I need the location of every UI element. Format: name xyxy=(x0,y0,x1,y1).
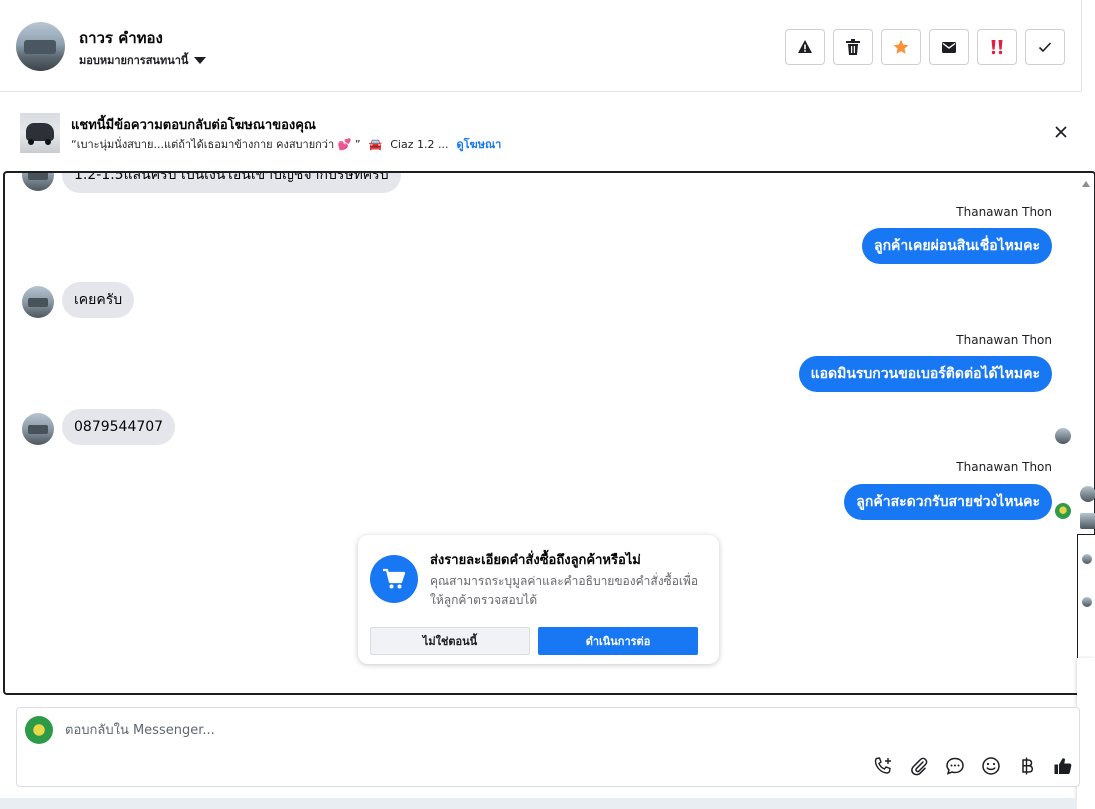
message-sender: Thanawan Thon xyxy=(956,460,1052,474)
emoji-button[interactable] xyxy=(979,754,1003,778)
star-icon xyxy=(893,39,909,54)
follow-up-button[interactable] xyxy=(977,29,1017,65)
message-sender: Thanawan Thon xyxy=(956,333,1052,347)
assign-label: มอบหมายการสนทนานี้ xyxy=(79,54,189,67)
side-list-avatar[interactable] xyxy=(1082,554,1092,564)
mark-unread-button[interactable] xyxy=(929,29,969,65)
contact-message-avatar xyxy=(22,173,54,191)
add-call-button[interactable] xyxy=(871,754,895,778)
cart-icon xyxy=(370,555,418,603)
ad-reply-banner: แชทนี้มีข้อความตอบกลับต่อโฆษณาของคุณ “เบ… xyxy=(0,93,1082,171)
message-bubble-incoming[interactable]: 1.2-1.5แสนครับ เป็นเงินโอนเข้าบัญชีจากบร… xyxy=(62,173,401,193)
contact-avatar[interactable] xyxy=(16,22,65,71)
assign-conversation-dropdown[interactable]: มอบหมายการสนทนานี้ xyxy=(79,51,207,69)
close-banner-button[interactable] xyxy=(1053,124,1069,140)
car-icon: 🚘 xyxy=(368,137,383,151)
read-receipt-avatar xyxy=(1055,428,1071,444)
exclamation-icon xyxy=(991,40,1003,55)
order-details-prompt: ส่งรายละเอียดคำสั่งซื้อถึงลูกค้าหรือไม่ … xyxy=(358,535,719,664)
header-actions xyxy=(785,29,1065,65)
message-sender: Thanawan Thon xyxy=(956,205,1052,219)
message-bubble-outgoing[interactable]: ลูกค้าสะดวกรับสายช่วงไหนคะ xyxy=(844,484,1052,520)
mark-done-button[interactable] xyxy=(1025,29,1065,65)
sender-page-avatar xyxy=(1055,503,1071,519)
order-prompt-description: คุณสามารถระบุมูลค่าและคำอธิบายของคำสั่งซ… xyxy=(430,574,699,607)
ad-banner-title: แชทนี้มีข้อความตอบกลับต่อโฆษณาของคุณ xyxy=(71,118,316,133)
side-avatar[interactable] xyxy=(1080,486,1095,502)
message-bubble-incoming[interactable]: เคยครับ xyxy=(62,282,135,318)
caret-down-icon xyxy=(194,56,207,64)
add-call-icon xyxy=(874,757,891,774)
contact-name[interactable]: ถาวร คำทอง xyxy=(79,26,163,50)
check-icon xyxy=(1038,42,1052,53)
warning-icon xyxy=(798,40,812,53)
side-list-box xyxy=(1077,534,1095,659)
ad-banner-subtitle: “เบาะนุ่มนั่งสบาย...แต่ถ้าได้เธอมาข้างกา… xyxy=(71,135,501,153)
ad-thumbnail[interactable] xyxy=(20,113,60,153)
continue-button[interactable]: ดำเนินการต่อ xyxy=(538,627,698,655)
contact-message-avatar xyxy=(22,286,54,318)
composer-toolbar xyxy=(871,754,1075,778)
ad-model: Ciaz 1.2 ... xyxy=(390,137,449,151)
contact-message-avatar xyxy=(22,413,54,445)
emoji-icon xyxy=(982,757,1000,775)
star-button[interactable] xyxy=(881,29,921,65)
saved-replies-button[interactable] xyxy=(943,754,967,778)
close-icon xyxy=(1055,126,1067,138)
reply-input[interactable] xyxy=(65,720,965,740)
payment-button[interactable] xyxy=(1015,754,1039,778)
attach-file-button[interactable] xyxy=(907,754,931,778)
messenger-inbox-page: ถาวร คำทอง มอบหมายการสนทนานี้ แชทนี้มีข้… xyxy=(0,0,1095,809)
page-avatar xyxy=(25,716,53,744)
view-ad-link[interactable]: ดูโฆษณา xyxy=(456,135,501,153)
delete-button[interactable] xyxy=(833,29,873,65)
trash-icon xyxy=(846,39,860,55)
envelope-icon xyxy=(942,41,956,53)
side-thumbnail[interactable] xyxy=(1080,513,1095,529)
message-bubble-outgoing[interactable]: แอดมินรบกวนขอเบอร์ติดต่อได้ไหมคะ xyxy=(798,356,1052,392)
side-list-avatar[interactable] xyxy=(1082,597,1092,607)
conversation-header: ถาวร คำทอง มอบหมายการสนทนานี้ xyxy=(0,0,1082,92)
message-bubble-incoming[interactable]: 0879544707 xyxy=(62,409,176,445)
saved-reply-icon xyxy=(946,757,964,775)
message-bubble-outgoing[interactable]: ลูกค้าเคยผ่อนสินเชื่อไหมคะ xyxy=(861,228,1052,264)
paperclip-icon xyxy=(911,757,928,776)
report-button[interactable] xyxy=(785,29,825,65)
thumbs-up-icon xyxy=(1054,758,1072,774)
ad-quote: “เบาะนุ่มนั่งสบาย...แต่ถ้าได้เธอมาข้างกา… xyxy=(71,138,361,151)
bottom-strip xyxy=(0,798,1077,809)
reply-composer xyxy=(16,707,1080,787)
message-thread[interactable]: 1.2-1.5แสนครับ เป็นเงินโอนเข้าบัญชีจากบร… xyxy=(3,171,1095,695)
send-like-button[interactable] xyxy=(1051,754,1075,778)
scroll-up-arrow-icon[interactable] xyxy=(1082,181,1090,187)
not-now-button[interactable]: ไม่ใช่ตอนนี้ xyxy=(370,627,530,655)
order-prompt-title: ส่งรายละเอียดคำสั่งซื้อถึงลูกค้าหรือไม่ xyxy=(430,553,641,568)
baht-icon xyxy=(1022,757,1034,775)
